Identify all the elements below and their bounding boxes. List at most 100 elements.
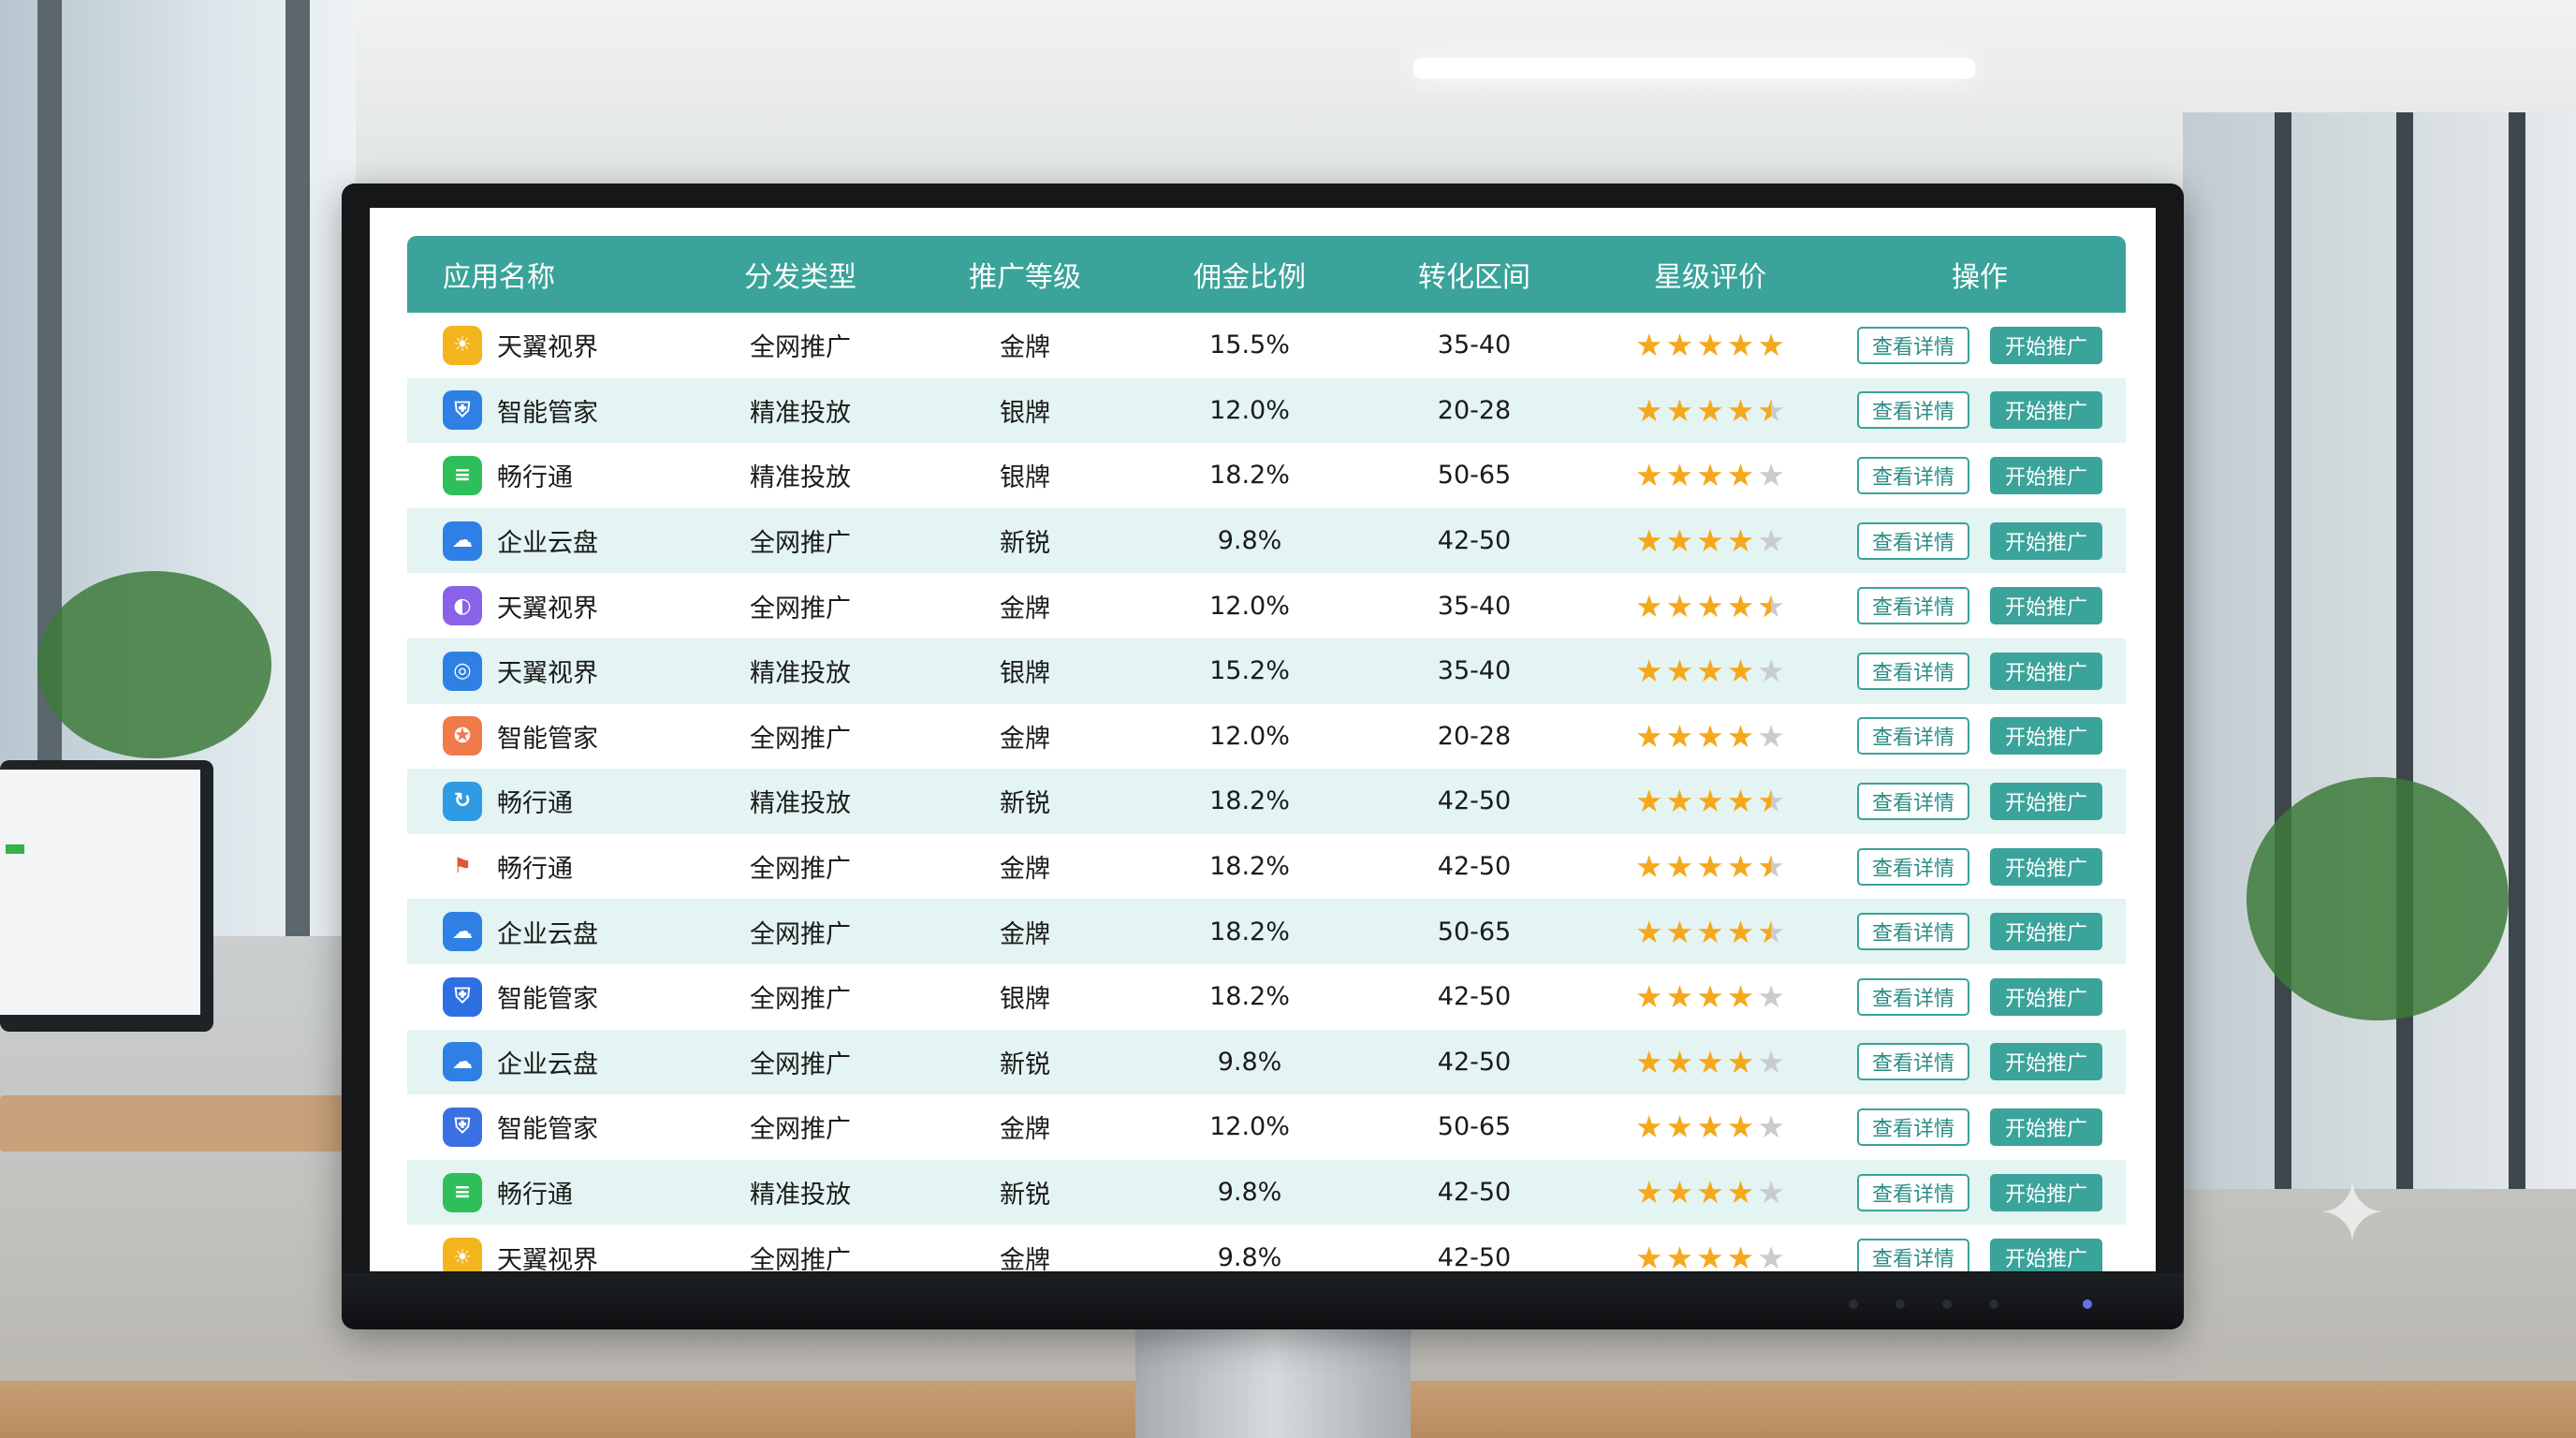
table-row[interactable]: ⚑畅行通全网推广金牌18.2%42-50★★★★★查看详情开始推广: [407, 833, 2126, 900]
table-row[interactable]: ☀ 天翼视界 全网推广 金牌 15.5% 35-40 ★ ★ ★ ★ ★ 查看详情 开始推广: [407, 313, 2126, 378]
start-promotion-button[interactable]: 开始推广: [1990, 326, 2103, 364]
start-promotion-button[interactable]: 开始推广: [1990, 1108, 2103, 1146]
start-promotion-button[interactable]: 开始推广: [1990, 1239, 2103, 1271]
cell-commission-rate: 12.0%: [1209, 721, 1290, 751]
view-details-button[interactable]: 查看详情: [1856, 326, 1969, 364]
view-details-button[interactable]: 查看详情: [1856, 782, 1969, 820]
cell-commission-rate: 12.0%: [1209, 591, 1290, 621]
header-actions: 操作: [1952, 261, 2008, 294]
star-rating: ★ ★ ★ ★ ★: [1635, 785, 1785, 816]
cell-actions: 查看详情 开始推广: [1834, 1173, 2126, 1211]
header-promotion-level[interactable]: 推广等级: [913, 254, 1137, 295]
start-promotion-button[interactable]: 开始推广: [1990, 652, 2103, 690]
header-star-rating[interactable]: 星级评价: [1587, 254, 1834, 295]
star-icon: ★: [1726, 1108, 1755, 1146]
header-app-name[interactable]: 应用名称: [407, 254, 688, 295]
header-conversion-range[interactable]: 转化区间: [1362, 254, 1587, 295]
cell-star-rating: ★ ★ ★ ★ ★: [1587, 851, 1834, 882]
cell-promotion-level: 银牌: [1000, 398, 1050, 428]
star-rating: ★ ★ ★ ★ ★: [1635, 655, 1785, 686]
table-row[interactable]: ☁ 企业云盘 全网推广 新锐 9.8% 42-50 ★ ★ ★ ★ ★ 查看详情 开始推广: [407, 1029, 2126, 1095]
view-details-button[interactable]: 查看详情: [1856, 521, 1969, 560]
table-row[interactable]: ⛨智能管家精准投放银牌12.0%20-28★★★★★查看详情开始推广: [407, 377, 2126, 444]
cell-star-rating: ★ ★ ★ ★ ★: [1587, 785, 1834, 816]
cloud-icon: ☁: [443, 1042, 482, 1082]
start-promotion-button[interactable]: 开始推广: [1990, 847, 2103, 886]
header-distribution-type[interactable]: 分发类型: [688, 254, 913, 295]
table-row[interactable]: ☁ 企业云盘 全网推广 新锐 9.8% 42-50 ★ ★ ★ ★ ★ 查看详情 开始推广: [407, 507, 2126, 574]
cell-promotion-level: 金牌: [1000, 1245, 1050, 1271]
star-icon: ★: [1757, 717, 1785, 755]
view-details-button[interactable]: 查看详情: [1856, 456, 1969, 494]
star-icon: ★: [1635, 457, 1663, 494]
cell-star-rating: ★ ★ ★ ★ ★: [1587, 1177, 1834, 1208]
cell-conversion-range: 35-40: [1437, 591, 1512, 621]
view-details-button[interactable]: 查看详情: [1856, 1043, 1969, 1081]
view-details-button[interactable]: 查看详情: [1856, 1108, 1969, 1146]
star-icon: ★: [1696, 1174, 1724, 1211]
start-promotion-button[interactable]: 开始推广: [1990, 521, 2103, 560]
table-header: 应用名称 分发类型 推广等级 佣金比例 转化区间 星级评价 操作: [407, 236, 2126, 313]
cell-star-rating: ★ ★ ★ ★ ★: [1587, 460, 1834, 491]
start-promotion-button[interactable]: 开始推广: [1990, 1173, 2103, 1211]
road-icon: ≡: [443, 455, 482, 495]
table-row[interactable]: ✪ 智能管家 全网推广 金牌 12.0% 20-28 ★ ★ ★ ★ ★ 查看详情 开始推广: [407, 703, 2126, 770]
glass-frame: [2509, 112, 2525, 1189]
app-name: 畅行通: [497, 1181, 573, 1211]
cell-commission-rate: 12.0%: [1209, 395, 1290, 425]
start-promotion-button[interactable]: 开始推广: [1990, 391, 2103, 430]
view-details-button[interactable]: 查看详情: [1856, 1173, 1969, 1211]
star-icon: ★: [1757, 785, 1785, 816]
view-details-button[interactable]: 查看详情: [1856, 913, 1969, 951]
app-name: 智能管家: [497, 398, 598, 428]
cell-actions: 查看详情 开始推广: [1834, 977, 2126, 1016]
star-icon: ★: [1635, 1108, 1663, 1146]
start-promotion-button[interactable]: 开始推广: [1990, 1043, 2103, 1081]
table-row[interactable]: ≡ 畅行通 精准投放 银牌 18.2% 50-65 ★ ★ ★ ★ ★ 查看详情 开始推广: [407, 443, 2126, 508]
screen: 应用名称 分发类型 推广等级 佣金比例 转化区间 星级评价 操作 ☀ 天翼视界 全网…: [370, 208, 2156, 1271]
table-row[interactable]: ≡ 畅行通 精准投放 新锐 9.8% 42-50 ★ ★ ★ ★ ★ 查看详情 开始推广: [407, 1159, 2126, 1225]
cell-actions: 查看详情 开始推广: [1834, 1239, 2126, 1271]
star-rating: ★ ★ ★ ★ ★: [1635, 851, 1785, 882]
start-promotion-button[interactable]: 开始推广: [1990, 977, 2103, 1016]
view-details-button[interactable]: 查看详情: [1856, 717, 1969, 756]
star-icon: ★: [1696, 457, 1724, 494]
cell-actions: 查看详情 开始推广: [1834, 1108, 2126, 1146]
start-promotion-button[interactable]: 开始推广: [1990, 717, 2103, 756]
star-icon: ★: [1635, 587, 1663, 624]
star-icon: ★: [1665, 913, 1694, 950]
table-row[interactable]: ◎ 天翼视界 精准投放 银牌 15.2% 35-40 ★ ★ ★ ★ ★ 查看详情 开始推广: [407, 638, 2126, 704]
table-row[interactable]: ◐天翼视界全网推广金牌12.0%35-40★★★★★查看详情开始推广: [407, 573, 2126, 638]
view-details-button[interactable]: 查看详情: [1856, 977, 1969, 1016]
star-icon: ★: [1635, 848, 1663, 886]
star-icon: ★: [1635, 913, 1663, 950]
shield-icon: ⛨: [443, 1107, 482, 1147]
table-row[interactable]: ↻畅行通精准投放新锐18.2%42-50★★★★★查看详情开始推广: [407, 769, 2126, 834]
cell-commission-rate: 18.2%: [1209, 982, 1290, 1012]
header-commission-rate[interactable]: 佣金比例: [1137, 254, 1362, 295]
sparkle-icon: ✦: [2317, 1165, 2388, 1263]
gradient-logo-icon: ◐: [443, 586, 482, 626]
table-row[interactable]: ☁企业云盘全网推广金牌18.2%50-65★★★★★查看详情开始推广: [407, 899, 2126, 964]
cell-conversion-range: 35-40: [1437, 656, 1512, 686]
start-promotion-button[interactable]: 开始推广: [1990, 587, 2103, 625]
table-row[interactable]: ⛨ 智能管家 全网推广 金牌 12.0% 50-65 ★ ★ ★ ★ ★ 查看详情 开始推广: [407, 1094, 2126, 1160]
start-promotion-button[interactable]: 开始推广: [1990, 913, 2103, 951]
monitor-button: [1849, 1299, 1858, 1309]
start-promotion-button[interactable]: 开始推广: [1990, 456, 2103, 494]
view-details-button[interactable]: 查看详情: [1856, 1239, 1969, 1271]
star-rating: ★ ★ ★ ★ ★: [1635, 981, 1785, 1012]
app-table: 应用名称 分发类型 推广等级 佣金比例 转化区间 星级评价 操作 ☀ 天翼视界 全网…: [407, 236, 2126, 1271]
table-row[interactable]: ⛨ 智能管家 全网推广 银牌 18.2% 42-50 ★ ★ ★ ★ ★ 查看详情 开始推广: [407, 963, 2126, 1030]
view-details-button[interactable]: 查看详情: [1856, 652, 1969, 690]
view-details-button[interactable]: 查看详情: [1856, 391, 1969, 430]
view-details-button[interactable]: 查看详情: [1856, 847, 1969, 886]
cell-conversion-range: 50-65: [1437, 917, 1512, 946]
cell-distribution-type: 精准投放: [750, 398, 851, 428]
view-details-button[interactable]: 查看详情: [1856, 587, 1969, 625]
shield-icon: ⛨: [443, 976, 482, 1017]
star-icon: ★: [1696, 327, 1724, 364]
star-icon: ★: [1726, 391, 1755, 429]
table-row[interactable]: ☀ 天翼视界 全网推广 金牌 9.8% 42-50 ★ ★ ★ ★ ★ 查看详情 开始推广: [407, 1225, 2126, 1271]
start-promotion-button[interactable]: 开始推广: [1990, 782, 2103, 820]
